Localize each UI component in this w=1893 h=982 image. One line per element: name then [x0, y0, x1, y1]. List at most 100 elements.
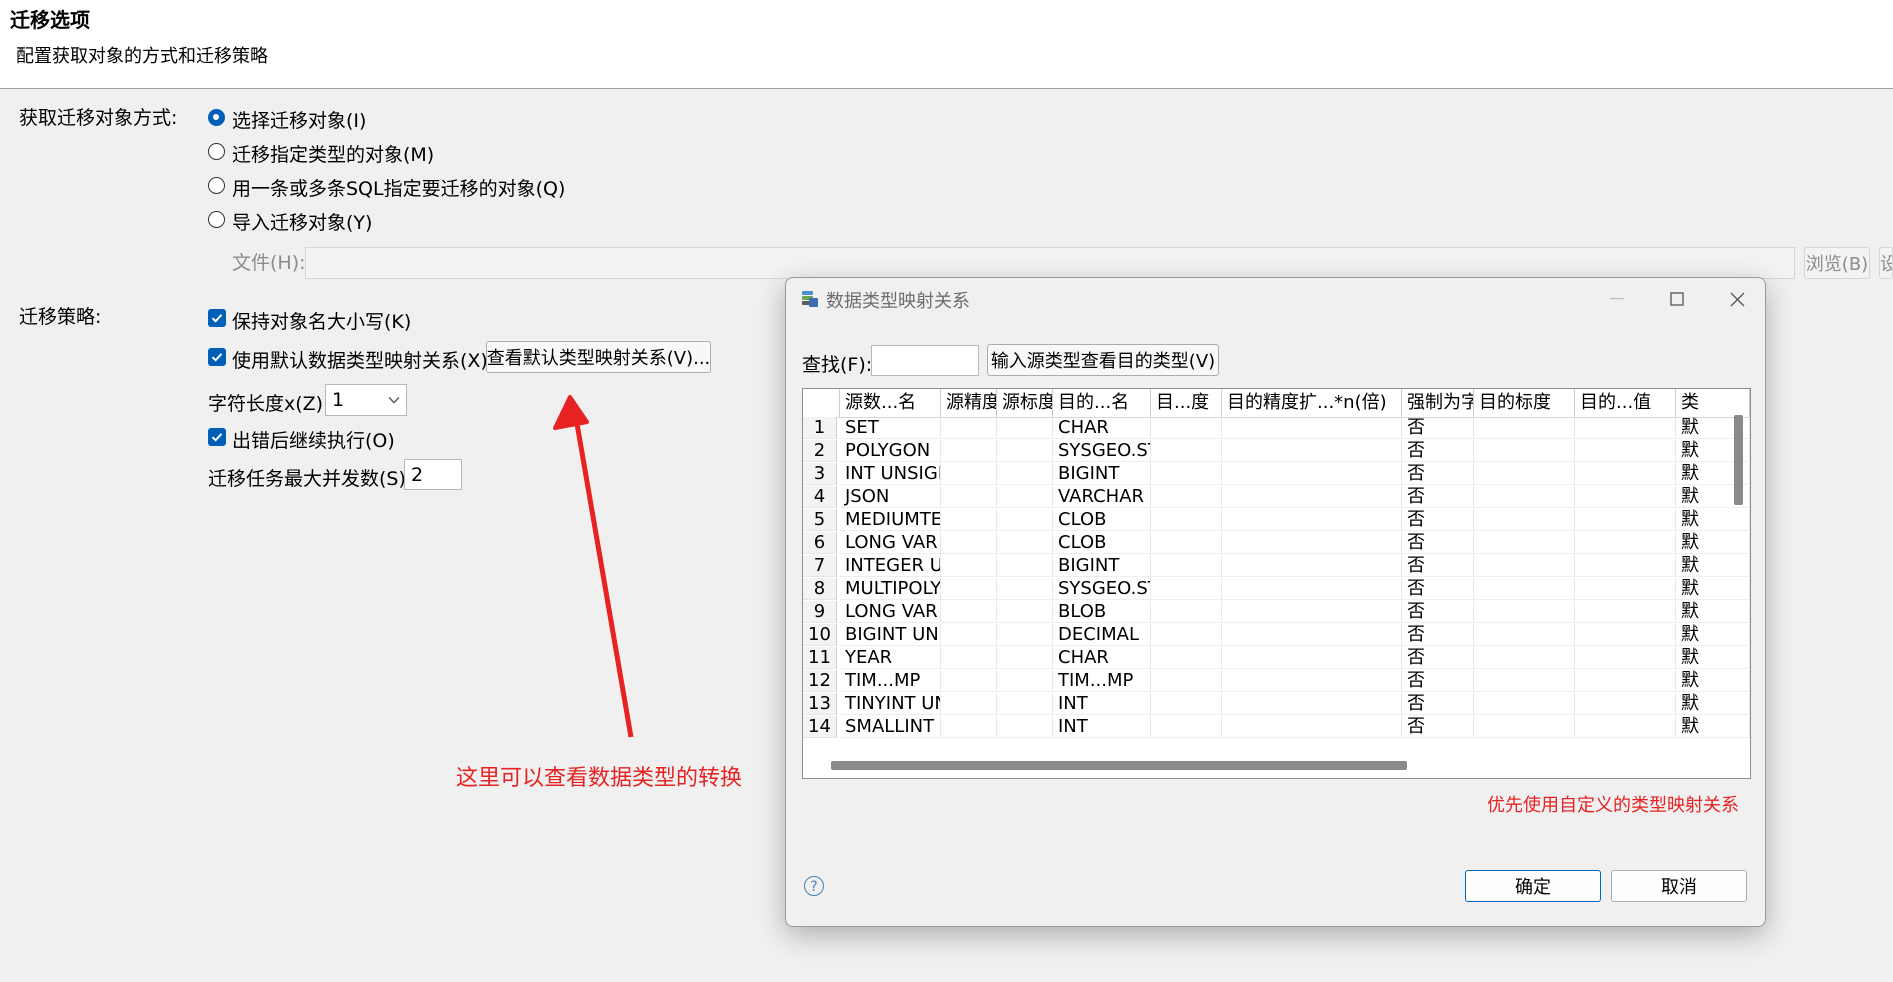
minimize-button[interactable]	[1597, 284, 1637, 314]
cancel-button[interactable]: 取消	[1611, 870, 1747, 902]
table-cell[interactable]: SYSGEO.ST	[1053, 578, 1151, 600]
table-cell[interactable]	[1474, 716, 1575, 738]
table-cell[interactable]	[1151, 601, 1222, 623]
table-cell[interactable]	[1575, 532, 1676, 554]
row-number[interactable]: 6	[803, 532, 837, 554]
table-cell[interactable]	[941, 440, 997, 462]
table-cell[interactable]: MEDIUMTE	[840, 509, 941, 531]
table-cell[interactable]	[941, 555, 997, 577]
table-cell[interactable]: BIGINT	[1053, 463, 1151, 485]
table-cell[interactable]	[997, 486, 1053, 508]
table-cell[interactable]	[1151, 555, 1222, 577]
table-cell[interactable]: SMALLINT	[840, 716, 941, 738]
table-cell[interactable]: VARCHAR	[1053, 486, 1151, 508]
table-cell[interactable]	[1474, 440, 1575, 462]
row-number[interactable]: 12	[803, 670, 837, 692]
table-cell[interactable]: 默	[1676, 601, 1750, 623]
row-number[interactable]: 1	[803, 417, 837, 439]
table-cell[interactable]	[941, 670, 997, 692]
table-cell[interactable]: LONG VAR	[840, 601, 941, 623]
table-cell[interactable]	[1474, 578, 1575, 600]
row-number[interactable]: 7	[803, 555, 837, 577]
table-cell[interactable]	[1575, 578, 1676, 600]
table-cell[interactable]: 否	[1402, 463, 1474, 485]
table-cell[interactable]	[1151, 486, 1222, 508]
table-cell[interactable]	[1575, 486, 1676, 508]
ok-button[interactable]: 确定	[1465, 870, 1601, 902]
table-cell[interactable]: 默	[1676, 555, 1750, 577]
table-cell[interactable]: 否	[1402, 670, 1474, 692]
table-cell[interactable]	[1575, 440, 1676, 462]
table-cell[interactable]	[1474, 509, 1575, 531]
table-cell[interactable]: 否	[1402, 578, 1474, 600]
table-cell[interactable]	[1575, 716, 1676, 738]
table-cell[interactable]	[997, 716, 1053, 738]
table-cell[interactable]: INT UNSIGI	[840, 463, 941, 485]
maximize-button[interactable]	[1657, 284, 1697, 314]
table-cell[interactable]	[1575, 624, 1676, 646]
table-cell[interactable]: 默	[1676, 578, 1750, 600]
table-cell[interactable]: 否	[1402, 555, 1474, 577]
table-cell[interactable]: 否	[1402, 693, 1474, 715]
table-cell[interactable]	[1151, 463, 1222, 485]
table-cell[interactable]	[1474, 647, 1575, 669]
column-header[interactable]: 目的精度扩...*n(倍)	[1222, 389, 1402, 417]
table-cell[interactable]: INT	[1053, 716, 1151, 738]
table-cell[interactable]: CHAR	[1053, 647, 1151, 669]
table-cell[interactable]: BIGINT	[1053, 555, 1151, 577]
row-number[interactable]: 8	[803, 578, 837, 600]
table-cell[interactable]: TINYINT UN	[840, 693, 941, 715]
table-cell[interactable]	[1474, 601, 1575, 623]
column-header[interactable]: 强制为字	[1402, 389, 1474, 417]
row-number[interactable]: 9	[803, 601, 837, 623]
table-cell[interactable]	[1575, 509, 1676, 531]
table-cell[interactable]: SET	[840, 417, 941, 439]
table-cell[interactable]	[1474, 532, 1575, 554]
table-cell[interactable]: JSON	[840, 486, 941, 508]
table-cell[interactable]	[1151, 532, 1222, 554]
table-cell[interactable]	[997, 509, 1053, 531]
table-cell[interactable]	[1474, 555, 1575, 577]
table-cell[interactable]: 默	[1676, 509, 1750, 531]
table-cell[interactable]	[1151, 716, 1222, 738]
table-cell[interactable]	[997, 417, 1053, 439]
table-cell[interactable]	[1222, 509, 1402, 531]
row-number[interactable]: 2	[803, 440, 837, 462]
table-cell[interactable]	[1575, 693, 1676, 715]
table-cell[interactable]	[1222, 463, 1402, 485]
table-cell[interactable]	[997, 693, 1053, 715]
close-button[interactable]	[1717, 284, 1757, 314]
table-cell[interactable]	[1474, 624, 1575, 646]
column-header[interactable]: 目的...名	[1053, 389, 1151, 417]
row-number[interactable]: 5	[803, 509, 837, 531]
table-cell[interactable]: INT	[1053, 693, 1151, 715]
table-cell[interactable]: CHAR	[1053, 417, 1151, 439]
table-cell[interactable]	[1222, 716, 1402, 738]
row-number[interactable]: 4	[803, 486, 837, 508]
table-cell[interactable]: DECIMAL	[1053, 624, 1151, 646]
table-cell[interactable]	[1474, 693, 1575, 715]
table-cell[interactable]	[997, 532, 1053, 554]
table-cell[interactable]	[941, 716, 997, 738]
table-cell[interactable]: 默	[1676, 532, 1750, 554]
table-cell[interactable]: 默	[1676, 647, 1750, 669]
table-cell[interactable]	[1575, 647, 1676, 669]
table-cell[interactable]: TIM...MP	[1053, 670, 1151, 692]
table-cell[interactable]	[1222, 670, 1402, 692]
column-header[interactable]: 类	[1676, 389, 1750, 417]
table-cell[interactable]	[1575, 417, 1676, 439]
table-cell[interactable]: SYSGEO.ST	[1053, 440, 1151, 462]
table-cell[interactable]	[1151, 693, 1222, 715]
table-cell[interactable]: CLOB	[1053, 509, 1151, 531]
horizontal-scrollbar[interactable]	[831, 761, 1407, 770]
table-cell[interactable]	[1222, 440, 1402, 462]
table-cell[interactable]: BLOB	[1053, 601, 1151, 623]
mapping-table[interactable]: 源数...名 源精度 源标度 目的...名 目...度 目的精度扩...*n(倍…	[802, 388, 1751, 779]
row-number[interactable]: 13	[803, 693, 837, 715]
help-icon[interactable]: ?	[804, 876, 824, 896]
table-cell[interactable]	[997, 578, 1053, 600]
table-cell[interactable]	[997, 463, 1053, 485]
row-number[interactable]: 14	[803, 716, 837, 738]
table-cell[interactable]	[941, 486, 997, 508]
table-cell[interactable]	[1222, 624, 1402, 646]
